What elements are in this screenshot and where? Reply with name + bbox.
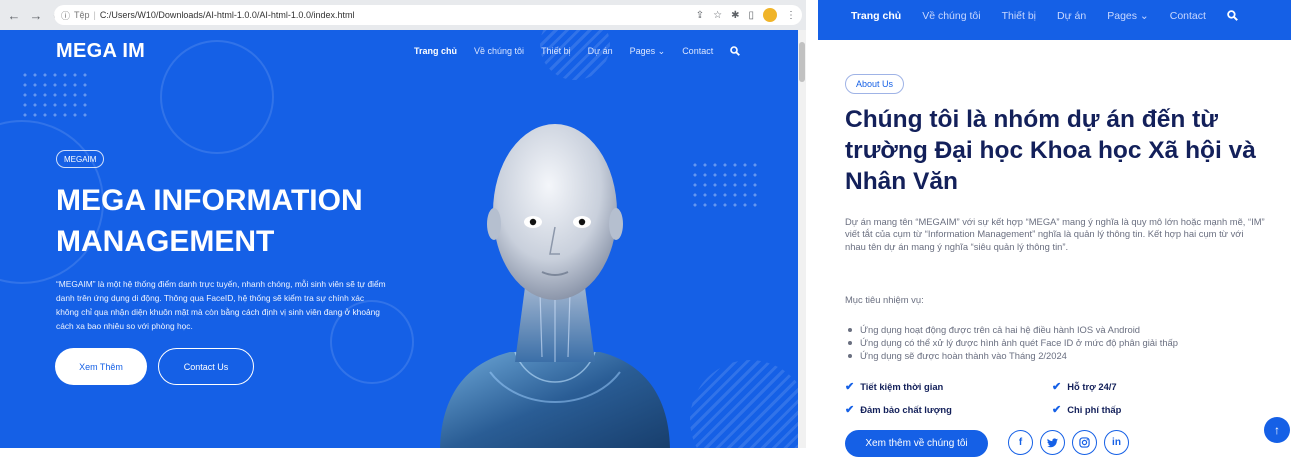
- browser-window: ← → C ⓘ Tệp | C:/Users/W10/Downloads/AI-…: [0, 0, 806, 476]
- twitter-icon[interactable]: [1040, 430, 1065, 455]
- check-icon: ✔: [1052, 381, 1062, 393]
- bullet-icon: [848, 354, 852, 358]
- feature-item: ✔ Hỗ trợ 24/7: [1052, 380, 1117, 393]
- list-item: Ứng dụng có thể xử lý được hình ảnh quét…: [845, 336, 1265, 349]
- star-icon[interactable]: ☆: [713, 10, 722, 21]
- hero-badge: MEGAIM: [56, 150, 105, 168]
- nav-home[interactable]: Trang chủ: [851, 10, 901, 24]
- mission-label: Mục tiêu nhiệm vụ:: [845, 294, 924, 305]
- share-icon[interactable]: ⇪: [696, 10, 704, 21]
- mission-text: Ứng dụng có thể xử lý được hình ảnh quét…: [860, 337, 1178, 348]
- browser-actions: ⇪ ☆ ✱ ▯ ⋮: [696, 5, 796, 25]
- nav-devices[interactable]: Thiết bị: [541, 46, 571, 59]
- extension-icon[interactable]: ✱: [731, 10, 739, 21]
- scrollbar-track[interactable]: [798, 30, 806, 448]
- page-bottom: [0, 448, 806, 476]
- about-nav-bar: Trang chủ Về chúng tôi Thiết bị Dự án Pa…: [818, 0, 1291, 40]
- info-icon[interactable]: ⓘ: [61, 9, 70, 22]
- feature-label: Tiết kiệm thời gian: [860, 381, 944, 392]
- feature-label: Hỗ trợ 24/7: [1067, 381, 1117, 392]
- sidepanel-icon[interactable]: ▯: [748, 10, 754, 21]
- facebook-icon[interactable]: f: [1008, 430, 1033, 455]
- nav-pages[interactable]: Pages ⌄: [630, 46, 666, 59]
- read-more-button[interactable]: Xem Thêm: [55, 348, 147, 385]
- about-badge: About Us: [845, 74, 905, 94]
- about-title: Chúng tôi là nhóm dự án đến từ trường Đạ…: [845, 106, 1256, 195]
- back-icon[interactable]: ←: [6, 7, 22, 23]
- nav-about[interactable]: Về chúng tôi: [474, 46, 524, 59]
- url-text[interactable]: C:/Users/W10/Downloads/AI-html-1.0.0/AI-…: [100, 10, 355, 20]
- site-logo[interactable]: MEGA IM: [56, 40, 145, 63]
- about-section: Trang chủ Về chúng tôi Thiết bị Dự án Pa…: [818, 0, 1291, 476]
- robot-illustration: [440, 124, 670, 448]
- feature-label: Chi phí thấp: [1067, 404, 1122, 415]
- about-description: Dự án mang tên “MEGAIM” với sự kết hợp “…: [845, 216, 1265, 252]
- mission-text: Ứng dụng hoạt động được trên cả hai hệ đ…: [860, 324, 1140, 335]
- nav-projects[interactable]: Dự án: [1057, 10, 1086, 24]
- scrollbar-thumb[interactable]: [799, 42, 805, 82]
- mission-list: Ứng dụng hoạt động được trên cả hai hệ đ…: [845, 323, 1265, 362]
- instagram-icon[interactable]: [1072, 430, 1097, 455]
- list-item: Ứng dụng hoạt động được trên cả hai hệ đ…: [845, 323, 1265, 336]
- address-separator: |: [93, 10, 96, 20]
- hero-description: “MEGAIM” là một hệ thống điểm danh trực …: [56, 279, 386, 331]
- site-nav: Trang chủ Về chúng tôi Thiết bị Dự án Pa…: [414, 46, 741, 59]
- about-more-button[interactable]: Xem thêm về chúng tôi: [845, 430, 988, 457]
- forward-icon[interactable]: →: [28, 7, 44, 23]
- site-label: Tệp: [74, 10, 90, 20]
- nav-about[interactable]: Về chúng tôi: [922, 10, 980, 24]
- menu-icon[interactable]: ⋮: [786, 10, 796, 21]
- linkedin-icon[interactable]: in: [1104, 430, 1129, 455]
- check-icon: ✔: [845, 404, 855, 416]
- feature-item: ✔ Chi phí thấp: [1052, 403, 1121, 416]
- search-icon[interactable]: [1227, 10, 1238, 24]
- nav-pages[interactable]: Pages ⌄: [1107, 10, 1149, 24]
- list-item: Ứng dụng sẽ được hoàn thành vào Tháng 2/…: [845, 349, 1265, 362]
- decor-dots: [690, 160, 760, 210]
- contact-us-button[interactable]: Contact Us: [158, 348, 254, 385]
- check-icon: ✔: [845, 381, 855, 393]
- search-icon[interactable]: [730, 46, 741, 59]
- decor-ring: [160, 40, 274, 154]
- mission-text: Ứng dụng sẽ được hoàn thành vào Tháng 2/…: [860, 350, 1067, 361]
- nav-home[interactable]: Trang chủ: [414, 46, 457, 59]
- nav-contact[interactable]: Contact: [1170, 10, 1206, 24]
- nav-projects[interactable]: Dự án: [588, 46, 613, 59]
- check-icon: ✔: [1052, 404, 1062, 416]
- decor-stripes: [690, 360, 798, 448]
- bullet-icon: [848, 328, 852, 332]
- nav-devices[interactable]: Thiết bị: [1002, 10, 1036, 24]
- decor-dots: [20, 70, 90, 120]
- back-to-top-button[interactable]: ↑: [1264, 417, 1290, 443]
- feature-item: ✔ Đảm bảo chất lượng: [845, 403, 952, 416]
- address-bar[interactable]: ⓘ Tệp | C:/Users/W10/Downloads/AI-html-1…: [54, 5, 802, 25]
- bullet-icon: [848, 341, 852, 345]
- nav-contact[interactable]: Contact: [682, 46, 713, 59]
- profile-avatar[interactable]: [763, 8, 777, 22]
- hero-title: MEGA INFORMATION MANAGEMENT: [56, 184, 363, 258]
- page-viewport: MEGA IM Trang chủ Về chúng tôi Thiết bị …: [0, 30, 798, 448]
- feature-item: ✔ Tiết kiệm thời gian: [845, 380, 943, 393]
- feature-label: Đảm bảo chất lượng: [860, 404, 952, 415]
